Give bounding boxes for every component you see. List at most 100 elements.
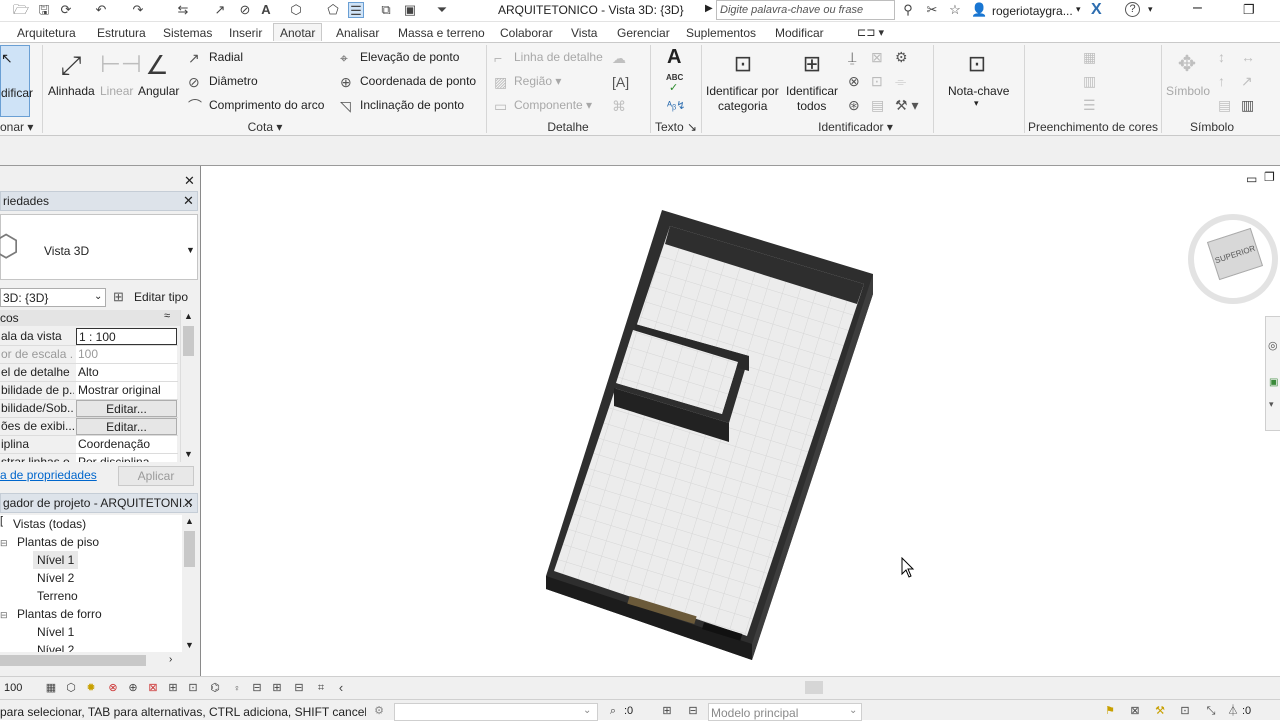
symbol-button[interactable]: Símbolo [1166,84,1210,98]
region-button[interactable]: Região ▾ [514,74,561,88]
tree-item-forro-nivel-1[interactable]: Nível 1 [37,623,74,641]
area-reinforcement-icon[interactable]: ↗ [1241,73,1253,89]
tab-sistemas[interactable]: Sistemas [163,24,212,42]
tree-item-terreno[interactable]: Terreno [37,587,78,605]
detail-level-icon[interactable]: ▦ [44,681,58,695]
tab-gerenciar[interactable]: Gerenciar [617,24,670,42]
area-tag-icon[interactable]: ⊗ [848,73,860,89]
text-icon[interactable]: A [258,2,274,18]
tab-suplementos[interactable]: Suplementos [686,24,756,42]
tag-all-button[interactable]: Identificar [786,84,838,98]
3d-view-icon[interactable]: ⬡ [288,2,304,18]
highlight-displacement-icon[interactable]: ⊟ [292,681,306,695]
close-hidden-icon[interactable]: ⧉ [378,2,394,18]
apply-button[interactable]: Aplicar [118,466,194,486]
zoom-icon[interactable]: ▣ [1269,377,1278,388]
section-icon[interactable]: ⬠ [325,2,341,18]
undo-icon[interactable]: ↶ [93,2,109,18]
path-reinforcement-icon[interactable]: ▤ [1218,97,1231,113]
keynote-dropdown-icon[interactable]: ▾ [974,98,979,109]
aligned-dimension-button[interactable]: Alinhada [48,84,95,98]
shadows-icon[interactable]: ⊗ [106,681,120,695]
dimension-icon[interactable]: ↗ [212,2,228,18]
edit-type-button[interactable]: Editar tipo [134,290,188,304]
measure-icon[interactable]: ⇆ [175,2,191,18]
crop-view-icon[interactable]: ⊠ [146,681,160,695]
visual-style-icon[interactable]: ⬡ [64,681,78,695]
help-icon[interactable]: ? [1125,2,1140,17]
sun-path-icon[interactable]: ✹ [84,681,98,695]
sync-icon[interactable]: ⟳ [58,2,74,18]
constraints-icon[interactable]: ⌗ [314,681,328,695]
loaded-tags-icon[interactable]: ⚒ ▾ [895,97,918,113]
detail-line-button[interactable]: Linha de detalhe [514,50,603,64]
design-option-select[interactable]: Modelo principal ⌄ [708,703,862,721]
scroll-left-icon[interactable]: ‹ [334,681,348,695]
search-input[interactable]: Digite palavra-chave ou frase [716,0,895,20]
span-direction-icon[interactable]: ↕ [1218,49,1225,65]
spot-elevation-button[interactable]: Elevação de ponto [360,50,459,64]
text-button[interactable]: A [667,46,681,69]
view-reference-icon[interactable]: ⊛ [848,97,860,113]
color-fill-legend-icon[interactable]: ▦ [1083,49,1096,65]
edit-graphics-button[interactable]: Editar... [76,418,177,435]
scroll-down-icon[interactable]: ▼ [185,640,194,650]
room-tag-icon[interactable]: ⊡ [871,73,883,89]
binoculars-icon[interactable]: ⚲ [900,2,916,18]
scroll-up-icon[interactable]: ▲ [185,516,194,526]
beam-icon[interactable]: ↔ [1241,49,1255,65]
workset-select[interactable]: ⌄ [394,703,598,721]
select-pinned-icon[interactable]: ⚒ [1153,704,1167,718]
diameter-button[interactable]: Diâmetro [209,74,258,88]
steering-wheel-icon[interactable]: ◎ [1268,339,1278,352]
beam-annotation-icon[interactable]: ⍊ [848,49,856,65]
redo-icon[interactable]: ↷ [130,2,146,18]
detail-group-icon[interactable]: [A] [612,74,629,90]
select-by-face-icon[interactable]: ⊡ [1178,704,1192,718]
type-dropdown-icon[interactable]: ▼ [186,245,195,255]
restore-icon[interactable]: ❐ [1243,2,1255,18]
3d-view-canvas[interactable]: ▭ ❐ SUPERIOR ◎ ▣ ▾ [202,166,1280,676]
find-replace-icon[interactable]: ᴬᵦ↯ [667,99,685,112]
exchange-x-icon[interactable]: X [1091,1,1102,19]
drag-elements-icon[interactable]: ⤡ [1204,704,1218,718]
scroll-down-icon[interactable]: ▼ [184,449,193,459]
arc-length-button[interactable]: Comprimento do arco [209,98,324,112]
thin-lines-icon[interactable]: ☰ [348,2,364,18]
expand-search-icon[interactable]: ▶ [705,3,713,14]
pipe-legend-icon[interactable]: ☰ [1083,97,1096,113]
instance-filter-select[interactable]: 3D: {3D} ⌄ [0,288,106,307]
user-name[interactable]: rogeriotaygra... [992,4,1073,18]
favorites-star-icon[interactable]: ☆ [947,2,963,18]
tag-panel-footer[interactable]: Identificador ▾ [703,119,1008,135]
tab-estrutura[interactable]: Estrutura [97,24,146,42]
browser-hscrollbar[interactable]: › [0,653,182,669]
browser-scrollbar[interactable]: ▲ ▼ [182,515,198,652]
radial-button[interactable]: Radial [209,50,243,64]
tab-massa-e-terreno[interactable]: Massa e terreno [398,24,485,42]
edit-visibility-button[interactable]: Editar... [76,400,177,417]
multi-category-icon[interactable]: ⊠ [871,49,883,65]
properties-scrollbar[interactable]: ▲ ▼ [180,310,196,462]
insulation-icon[interactable]: ⌘ [612,98,626,114]
temporary-hide-icon[interactable]: ⌬ [208,681,222,695]
subscription-icon[interactable]: ✂ [924,2,940,18]
tab-anotar[interactable]: Anotar [273,23,323,41]
text-panel-footer[interactable]: Texto ↘ [652,119,700,135]
duct-legend-icon[interactable]: ▥ [1083,73,1096,89]
collapse-icon[interactable]: ⊟ [0,538,8,549]
tree-item-nivel-2[interactable]: Nível 2 [37,569,74,587]
hide-analytical-icon[interactable]: ⊞ [270,681,284,695]
angular-dimension-button[interactable]: Angular [138,84,179,98]
temporary-view-properties-icon[interactable]: ⊟ [250,681,264,695]
editable-only-icon[interactable]: ⌕ [606,704,620,718]
spot-coordinate-button[interactable]: Coordenada de ponto [360,74,476,88]
building-3d-model[interactable] [202,166,1280,676]
space-tag-icon[interactable]: ⌯ [895,73,906,89]
revision-cloud-icon[interactable]: ☁ [612,50,626,66]
tab-colaborar[interactable]: Colaborar [500,24,553,42]
tread-number-icon[interactable]: ▤ [871,97,884,113]
tab-arquitetura[interactable]: Arquitetura [17,24,76,42]
render-icon[interactable]: ⊕ [126,681,140,695]
close-properties-icon[interactable]: ✕ [183,194,194,208]
